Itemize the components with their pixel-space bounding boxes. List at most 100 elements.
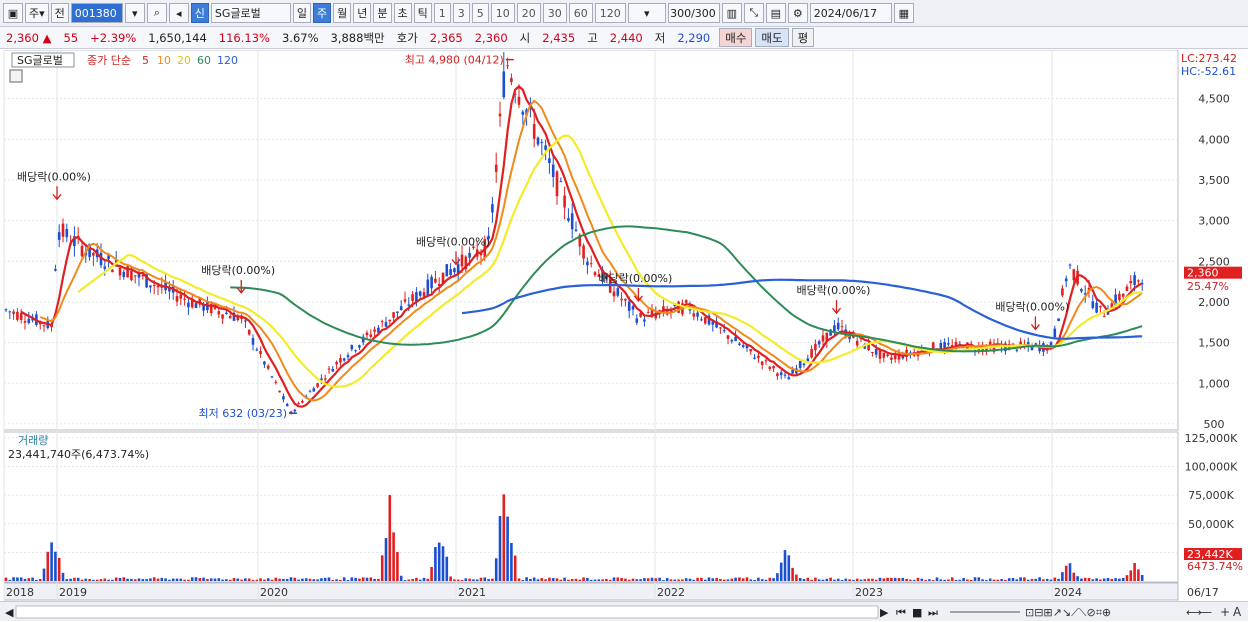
candle-body bbox=[301, 400, 304, 403]
volume-bar bbox=[662, 580, 665, 581]
tab-year[interactable]: 년 bbox=[353, 3, 372, 23]
interval-input[interactable]: ▾ bbox=[627, 3, 666, 23]
volume-bar bbox=[627, 579, 631, 581]
volume-bar bbox=[954, 579, 958, 581]
interval-10[interactable]: 10 bbox=[490, 3, 515, 23]
volume-bar bbox=[316, 579, 319, 581]
volume-info: 23,441,740주(6,473.74%) bbox=[8, 448, 149, 461]
volume-bar bbox=[912, 579, 916, 581]
font-size-icon[interactable]: A bbox=[1233, 605, 1242, 619]
candle-body bbox=[802, 363, 806, 366]
interval-30[interactable]: 30 bbox=[542, 3, 567, 23]
candle-body bbox=[183, 298, 186, 300]
volume-bar bbox=[65, 579, 69, 581]
scroll-track[interactable] bbox=[15, 605, 879, 619]
candle-body bbox=[559, 181, 563, 183]
volume-bar bbox=[1091, 579, 1095, 581]
candle-body bbox=[726, 335, 730, 339]
volume-bar bbox=[358, 578, 361, 581]
candle-body bbox=[776, 373, 779, 377]
volume-bar bbox=[1049, 579, 1053, 581]
calendar-icon[interactable]: ▦ bbox=[893, 3, 914, 23]
volume-bar bbox=[1015, 579, 1019, 581]
draw-icon[interactable]: ⤡ bbox=[743, 3, 764, 23]
table-icon[interactable] bbox=[9, 69, 23, 83]
dropdown-icon[interactable]: ▾ bbox=[124, 3, 145, 23]
eval-button[interactable]: 평 bbox=[791, 28, 815, 47]
search-icon[interactable]: ⌕ bbox=[146, 3, 167, 23]
candle-body bbox=[1133, 275, 1136, 285]
tab-minute[interactable]: 분 bbox=[373, 3, 392, 23]
save-icon[interactable]: ▤ bbox=[765, 3, 786, 23]
volume-bar bbox=[738, 577, 741, 581]
zoom-out-icon[interactable]: — bbox=[1200, 605, 1212, 619]
interval-5[interactable]: 5 bbox=[471, 3, 489, 23]
scroll-right-icon[interactable]: ▶ bbox=[880, 606, 889, 619]
volume-bar bbox=[468, 578, 471, 581]
period-select[interactable]: 주 ▾ bbox=[25, 3, 49, 23]
volume-bar bbox=[574, 578, 578, 581]
open-label: 시 bbox=[519, 30, 531, 45]
candle-body bbox=[821, 335, 825, 342]
stock-name[interactable]: SG글로벌 bbox=[210, 3, 291, 23]
candle-body bbox=[840, 326, 844, 328]
x-tick-label: 2023 bbox=[855, 586, 883, 599]
candle-body bbox=[111, 269, 114, 273]
interval-3[interactable]: 3 bbox=[452, 3, 470, 23]
sell-button[interactable]: 매도 bbox=[755, 28, 789, 47]
candle-body bbox=[635, 318, 639, 323]
volume-bar bbox=[597, 579, 601, 581]
volume-bar bbox=[692, 579, 696, 581]
candle-body bbox=[555, 171, 559, 197]
candle-body bbox=[316, 383, 319, 387]
interval-120[interactable]: 120 bbox=[594, 3, 626, 23]
buy-button[interactable]: 매수 bbox=[719, 28, 753, 47]
scrollbar[interactable]: ◀ ▶ ⏮ ■ ⏭ ⊡⊟⊞↗↘⟋⟍⊘⌗⊕ ⟷ — + A bbox=[0, 601, 1248, 621]
candle-body bbox=[225, 312, 228, 315]
volume-bar bbox=[753, 579, 756, 581]
legend-ma-60: 60 bbox=[197, 54, 211, 67]
candle-body bbox=[445, 264, 449, 277]
zoom-in-icon[interactable]: + bbox=[1220, 605, 1230, 619]
volume-bar bbox=[236, 578, 240, 581]
volume-bar bbox=[1099, 579, 1102, 581]
stock-chart[interactable]: 최고 4,980 (04/12) 최저 632 (03/23) 배당락(0.00%)… bbox=[0, 50, 1248, 601]
volume-bar bbox=[84, 578, 88, 581]
tab-week[interactable]: 주 bbox=[313, 3, 332, 23]
dividend-annotation: 배당락(0.00%) bbox=[201, 264, 275, 277]
chart-type-icon[interactable]: ▥ bbox=[721, 3, 742, 23]
first-icon[interactable]: ⏮ bbox=[896, 606, 906, 619]
tab-tick[interactable]: 틱 bbox=[413, 3, 432, 23]
last-icon[interactable]: ⏭ bbox=[928, 606, 938, 619]
prev-button[interactable]: 전 bbox=[50, 3, 69, 23]
tab-day[interactable]: 일 bbox=[292, 3, 312, 23]
date-input[interactable]: 2024/06/17 bbox=[809, 3, 892, 23]
volume-bar bbox=[958, 579, 962, 581]
volume-bar bbox=[741, 578, 745, 581]
candle-body bbox=[16, 311, 19, 320]
count-input[interactable]: 300/300 bbox=[667, 3, 720, 23]
stock-code-input[interactable]: 001380 bbox=[70, 3, 123, 23]
volume-bar bbox=[700, 577, 703, 581]
candle-body bbox=[947, 343, 950, 345]
layout-icon[interactable]: ▣ bbox=[3, 3, 23, 23]
new-badge[interactable]: 신 bbox=[190, 3, 209, 23]
stop-icon[interactable]: ■ bbox=[912, 606, 922, 619]
candle-body bbox=[593, 272, 597, 276]
candle-body bbox=[331, 368, 335, 372]
tab-second[interactable]: 초 bbox=[393, 3, 412, 23]
x-tick-label: 2020 bbox=[260, 586, 288, 599]
interval-20[interactable]: 20 bbox=[516, 3, 541, 23]
candle-body bbox=[836, 322, 840, 330]
candle-body bbox=[791, 369, 794, 374]
price-tick-label: 4,000 bbox=[1198, 133, 1230, 146]
interval-60[interactable]: 60 bbox=[568, 3, 593, 23]
speaker-icon[interactable]: ◂ bbox=[168, 3, 189, 23]
gear-icon[interactable]: ⚙ bbox=[787, 3, 808, 23]
last-pct: 25.47% bbox=[1187, 280, 1229, 293]
scroll-left-icon[interactable]: ◀ bbox=[5, 606, 14, 619]
interval-1[interactable]: 1 bbox=[433, 3, 451, 23]
zoom-icon[interactable]: ⊡⊟⊞↗↘⟋⟍⊘⌗⊕ bbox=[1025, 606, 1111, 619]
volume-bar bbox=[388, 495, 392, 581]
tab-month[interactable]: 월 bbox=[333, 3, 352, 23]
